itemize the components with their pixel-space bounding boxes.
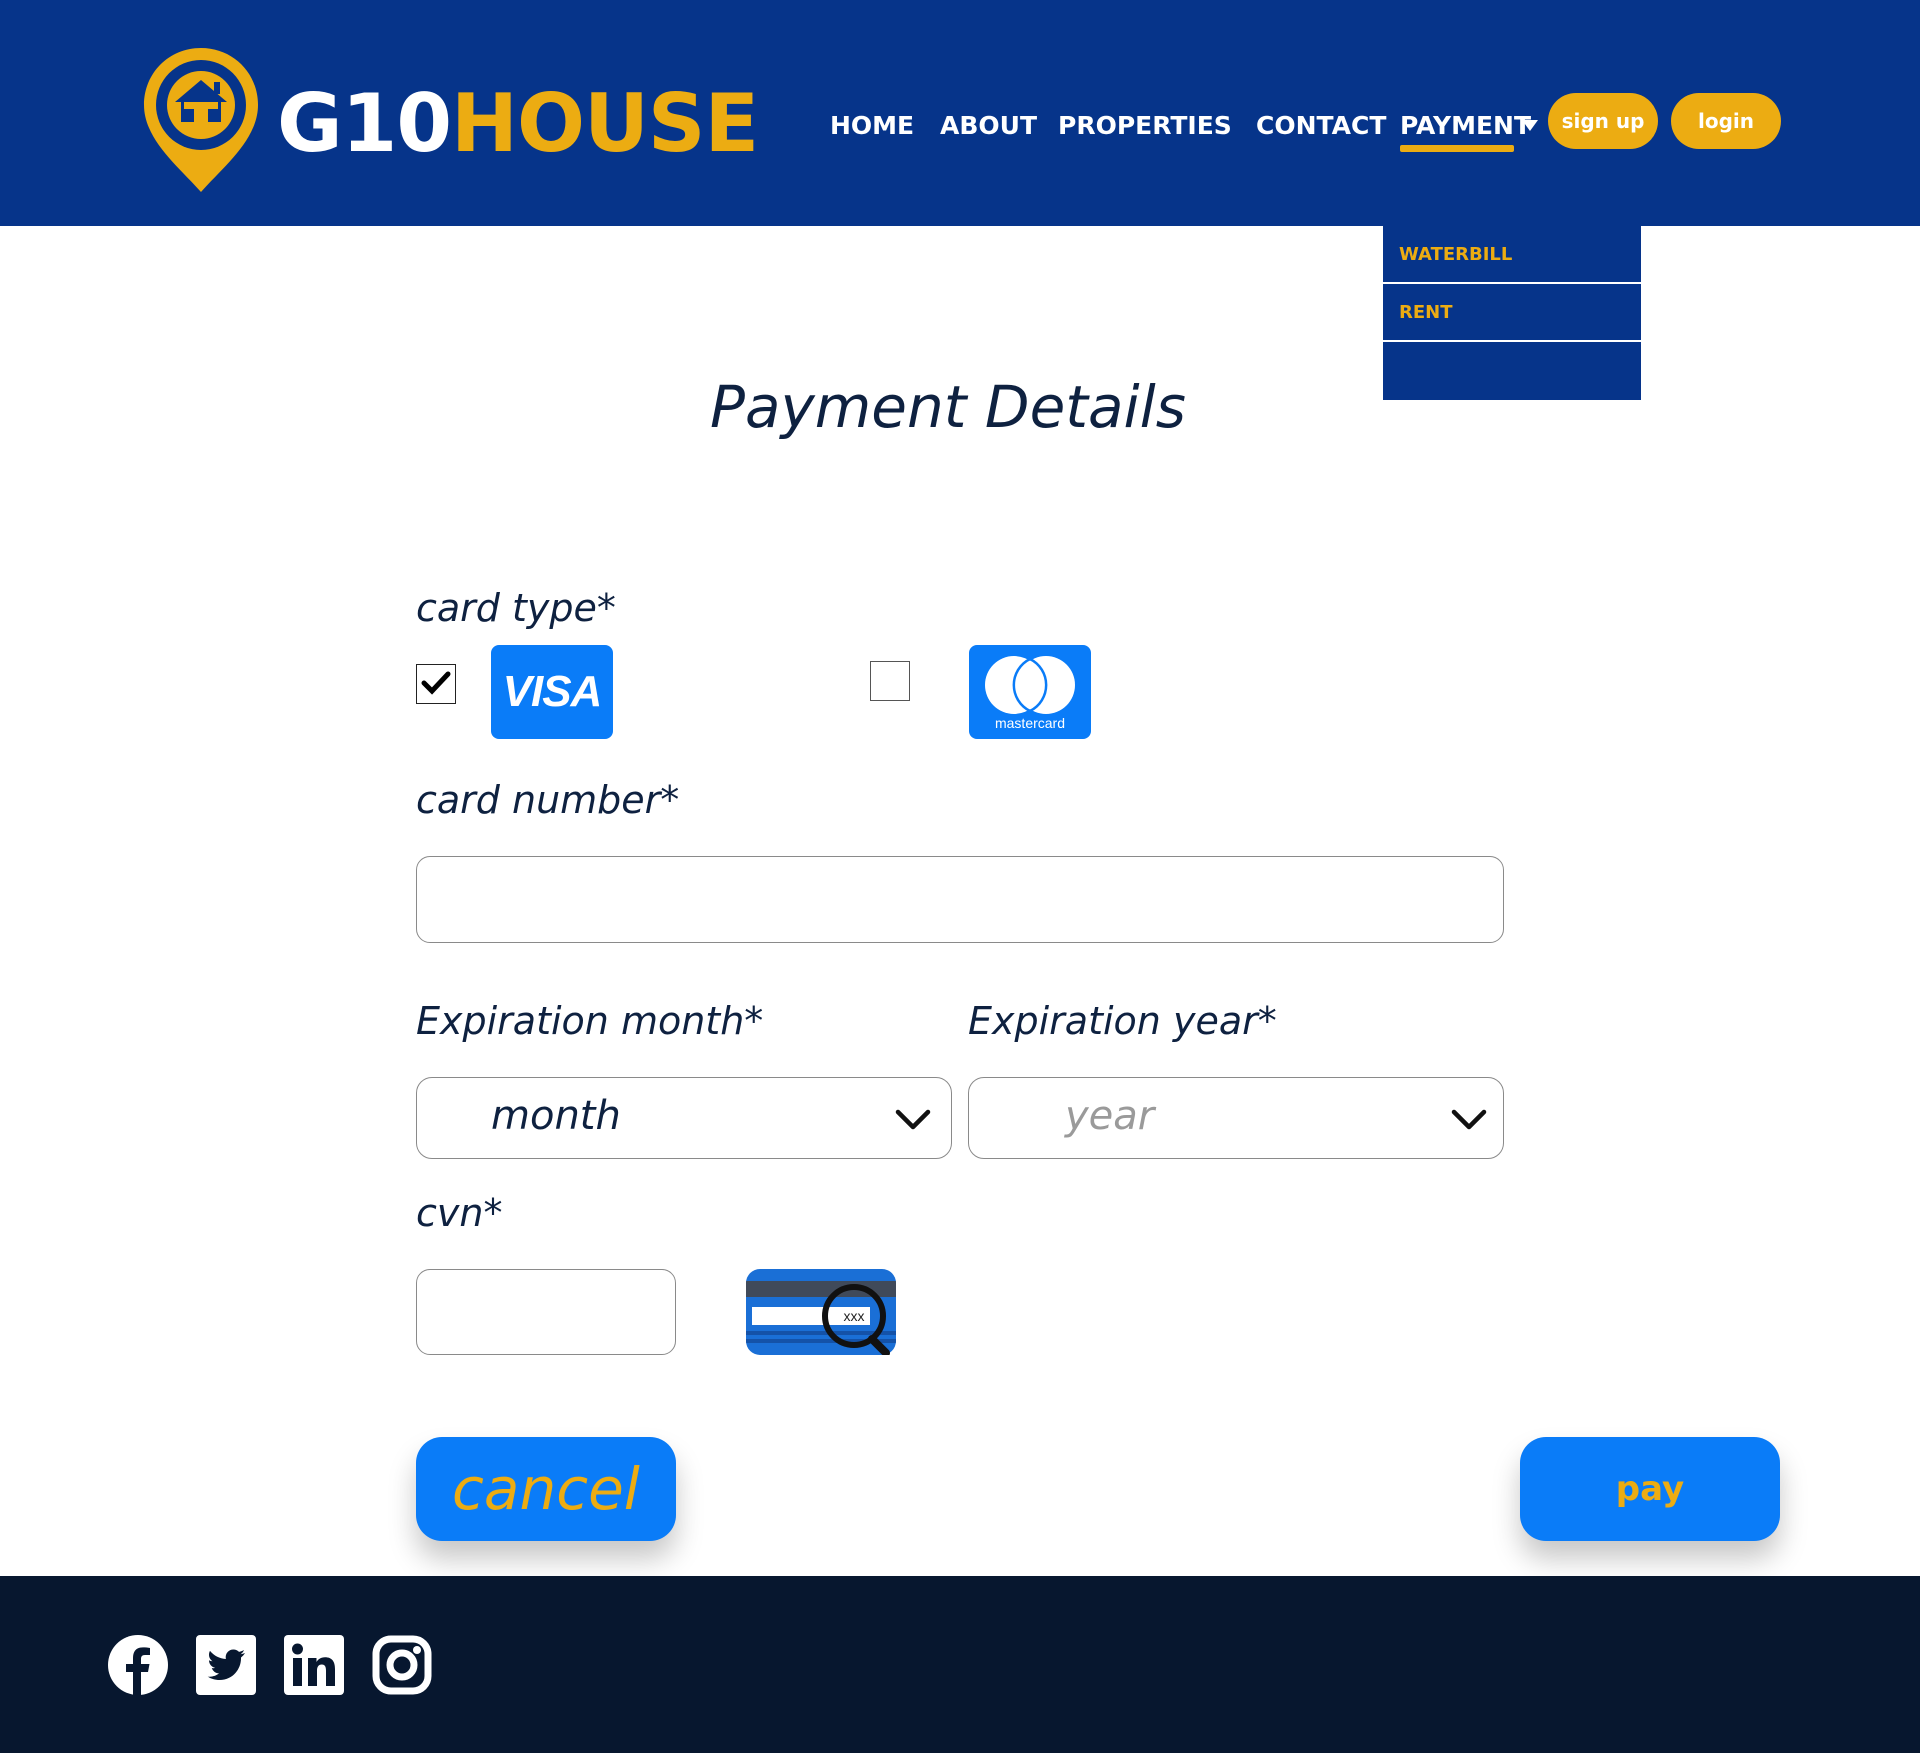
visa-logo-icon[interactable]: VISA: [491, 645, 613, 739]
nav-home[interactable]: HOME: [830, 108, 914, 144]
visa-logo-text: VISA: [502, 667, 603, 716]
instagram-icon[interactable]: [372, 1635, 432, 1695]
exp-month-label: Expiration month*: [416, 999, 764, 1043]
nav-contact[interactable]: CONTACT: [1256, 108, 1386, 144]
card-number-label: card number*: [416, 778, 680, 822]
nav-payment[interactable]: PAYMENT: [1400, 108, 1531, 144]
cvn-hint-card-icon: xxx: [746, 1269, 896, 1357]
mastercard-logo-text: mastercard: [994, 715, 1066, 731]
nav-properties[interactable]: PROPERTIES: [1058, 108, 1232, 144]
linkedin-icon[interactable]: [284, 1635, 344, 1695]
visa-checkbox[interactable]: [416, 664, 456, 704]
cvn-hint-text: xxx: [844, 1308, 865, 1324]
signup-button[interactable]: sign up: [1548, 93, 1658, 149]
dropdown-item-waterbill[interactable]: WATERBILL: [1383, 226, 1641, 284]
checkmark-icon: [421, 670, 451, 700]
exp-year-placeholder: year: [1065, 1093, 1155, 1139]
pay-button-label: pay: [1615, 1469, 1685, 1509]
cancel-button[interactable]: cancel: [416, 1437, 676, 1541]
login-button[interactable]: login: [1671, 93, 1781, 149]
site-header: G10HOUSE HOME ABOUT PROPERTIES CONTACT P…: [0, 0, 1920, 226]
cancel-button-label: cancel: [452, 1455, 640, 1523]
chevron-down-icon: [1451, 1108, 1487, 1136]
location-house-logo-icon[interactable]: [140, 44, 262, 200]
exp-month-value: month: [491, 1093, 621, 1139]
exp-month-select[interactable]: month: [416, 1077, 952, 1159]
brand-name-part1: G10: [277, 77, 452, 170]
card-number-input[interactable]: [416, 856, 1504, 943]
cvn-input[interactable]: [416, 1269, 676, 1355]
exp-year-label: Expiration year*: [968, 999, 1277, 1043]
nav-about[interactable]: ABOUT: [940, 108, 1037, 144]
page-title: Payment Details: [709, 373, 1187, 441]
facebook-icon[interactable]: [108, 1635, 168, 1695]
cvn-label: cvn*: [416, 1191, 503, 1235]
mastercard-checkbox[interactable]: [870, 661, 910, 701]
site-footer: [0, 1576, 1920, 1753]
brand-name-part2: HOUSE: [451, 77, 759, 170]
twitter-icon[interactable]: [196, 1635, 256, 1695]
nav-active-indicator: [1400, 145, 1514, 152]
caret-down-icon[interactable]: [1521, 118, 1539, 137]
chevron-down-icon: [895, 1108, 931, 1136]
mastercard-logo-icon[interactable]: mastercard: [969, 645, 1091, 739]
exp-year-select[interactable]: year: [968, 1077, 1504, 1159]
brand-name[interactable]: G10HOUSE: [277, 76, 759, 172]
dropdown-item-rent[interactable]: RENT: [1383, 284, 1641, 342]
pay-button[interactable]: pay: [1520, 1437, 1780, 1541]
card-type-label: card type*: [416, 586, 616, 630]
